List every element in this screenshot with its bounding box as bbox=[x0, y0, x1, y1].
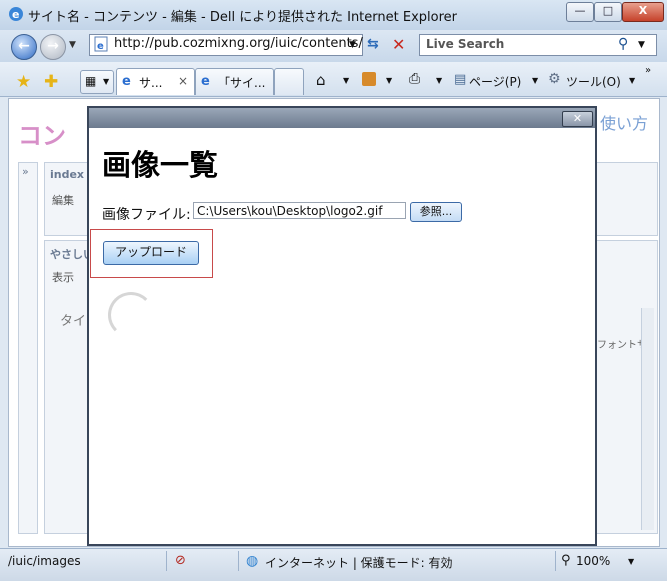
close-button[interactable]: X bbox=[622, 2, 664, 22]
form-label: タイ bbox=[60, 314, 87, 329]
tab-label: サ... bbox=[139, 76, 163, 90]
print-icon[interactable]: ⎙ bbox=[409, 71, 420, 87]
tools-menu-dropdown-icon[interactable]: ▼ bbox=[629, 76, 635, 85]
index-panel-item[interactable]: 編集 bbox=[52, 192, 74, 208]
feeds-dropdown-icon[interactable]: ▼ bbox=[386, 76, 392, 85]
font-size-label: フォントサ bbox=[597, 340, 647, 351]
home-dropdown-icon[interactable]: ▼ bbox=[343, 76, 349, 85]
privacy-icon[interactable]: ⊘ bbox=[175, 553, 186, 568]
help-link[interactable]: 使い方 bbox=[600, 110, 648, 134]
tab-second[interactable]: e 「サイ... bbox=[195, 68, 274, 95]
svg-text:e: e bbox=[12, 8, 19, 21]
new-tab-button[interactable] bbox=[274, 68, 304, 95]
page-menu-dropdown-icon[interactable]: ▼ bbox=[532, 76, 538, 85]
refresh-icon[interactable]: ⇆ bbox=[367, 36, 379, 52]
page-menu-icon: ▤ bbox=[454, 72, 467, 87]
dialog-title: 画像一覧 bbox=[102, 148, 219, 182]
address-url: http://pub.cozmixng.org/iuic/contents/ bbox=[114, 36, 363, 51]
loading-spinner bbox=[108, 292, 154, 338]
tab-list-dropdown-icon[interactable]: ▼ bbox=[103, 77, 109, 86]
tab-ie-icon: e bbox=[122, 74, 131, 89]
print-dropdown-icon[interactable]: ▼ bbox=[436, 76, 442, 85]
search-icon[interactable]: ⚲ bbox=[618, 36, 628, 52]
status-path: /iuic/images bbox=[8, 554, 81, 568]
tab-close-icon[interactable]: × bbox=[178, 74, 188, 88]
tab-label: 「サイ... bbox=[218, 76, 266, 90]
ie-icon: e bbox=[8, 6, 24, 22]
browse-button[interactable]: 参照... bbox=[410, 202, 462, 222]
status-separator bbox=[166, 551, 167, 571]
tab-active[interactable]: e サ... × bbox=[116, 68, 195, 95]
home-icon[interactable]: ⌂ bbox=[316, 71, 326, 89]
tab-ie-icon: e bbox=[201, 74, 210, 89]
stop-icon[interactable]: ✕ bbox=[392, 35, 405, 54]
quick-tabs-button[interactable]: ▦ ▼ bbox=[80, 70, 114, 94]
favorites-star-icon[interactable]: ★ bbox=[16, 72, 31, 92]
image-file-input[interactable]: C:\Users\kou\Desktop\logo2.gif bbox=[193, 202, 406, 219]
security-zone[interactable]: インターネット | 保護モード: 有効 bbox=[265, 554, 453, 571]
editor-panel-item[interactable]: 表示 bbox=[52, 269, 74, 285]
maximize-button[interactable]: □ bbox=[594, 2, 622, 22]
image-file-label: 画像ファイル: bbox=[102, 207, 191, 223]
svg-text:e: e bbox=[97, 41, 104, 52]
toolbar-overflow-icon[interactable]: » bbox=[645, 65, 651, 76]
expand-icon[interactable]: » bbox=[22, 165, 29, 178]
status-separator bbox=[238, 551, 239, 571]
zoom-icon: ⚲ bbox=[561, 553, 571, 568]
gear-icon: ⚙ bbox=[548, 71, 561, 87]
upload-button[interactable]: アップロード bbox=[103, 241, 199, 265]
page-scrollbar[interactable] bbox=[641, 308, 654, 530]
status-separator bbox=[555, 551, 556, 571]
minimize-button[interactable]: — bbox=[566, 2, 594, 22]
dialog-titlebar[interactable] bbox=[89, 108, 595, 128]
forward-button[interactable]: → bbox=[40, 34, 66, 60]
history-dropdown-icon[interactable]: ▼ bbox=[69, 40, 76, 50]
zoom-dropdown-icon[interactable]: ▼ bbox=[628, 557, 634, 566]
index-panel-title: index bbox=[50, 168, 85, 181]
quick-tabs-icon: ▦ bbox=[85, 74, 97, 88]
tools-menu[interactable]: ツール(O) bbox=[566, 73, 621, 90]
address-dropdown-icon[interactable]: ▼ bbox=[349, 40, 356, 50]
search-input[interactable]: Live Search bbox=[426, 37, 504, 51]
globe-icon: ◍ bbox=[246, 553, 259, 569]
feeds-icon[interactable] bbox=[362, 72, 376, 86]
zoom-level[interactable]: 100% bbox=[576, 554, 610, 568]
page-icon: e bbox=[93, 36, 109, 52]
back-button[interactable]: ← bbox=[11, 34, 37, 60]
search-dropdown-icon[interactable]: ▼ bbox=[638, 40, 645, 50]
collapsed-sidebar[interactable] bbox=[18, 162, 38, 534]
page-menu[interactable]: ページ(P) bbox=[469, 73, 521, 90]
dialog-close-button[interactable]: ✕ bbox=[562, 111, 593, 127]
background-page-title: コン bbox=[18, 122, 66, 150]
window-title: サイト名 - コンテンツ - 編集 - Dell により提供された Intern… bbox=[28, 10, 457, 25]
add-favorites-icon[interactable]: ✚ bbox=[44, 72, 58, 92]
